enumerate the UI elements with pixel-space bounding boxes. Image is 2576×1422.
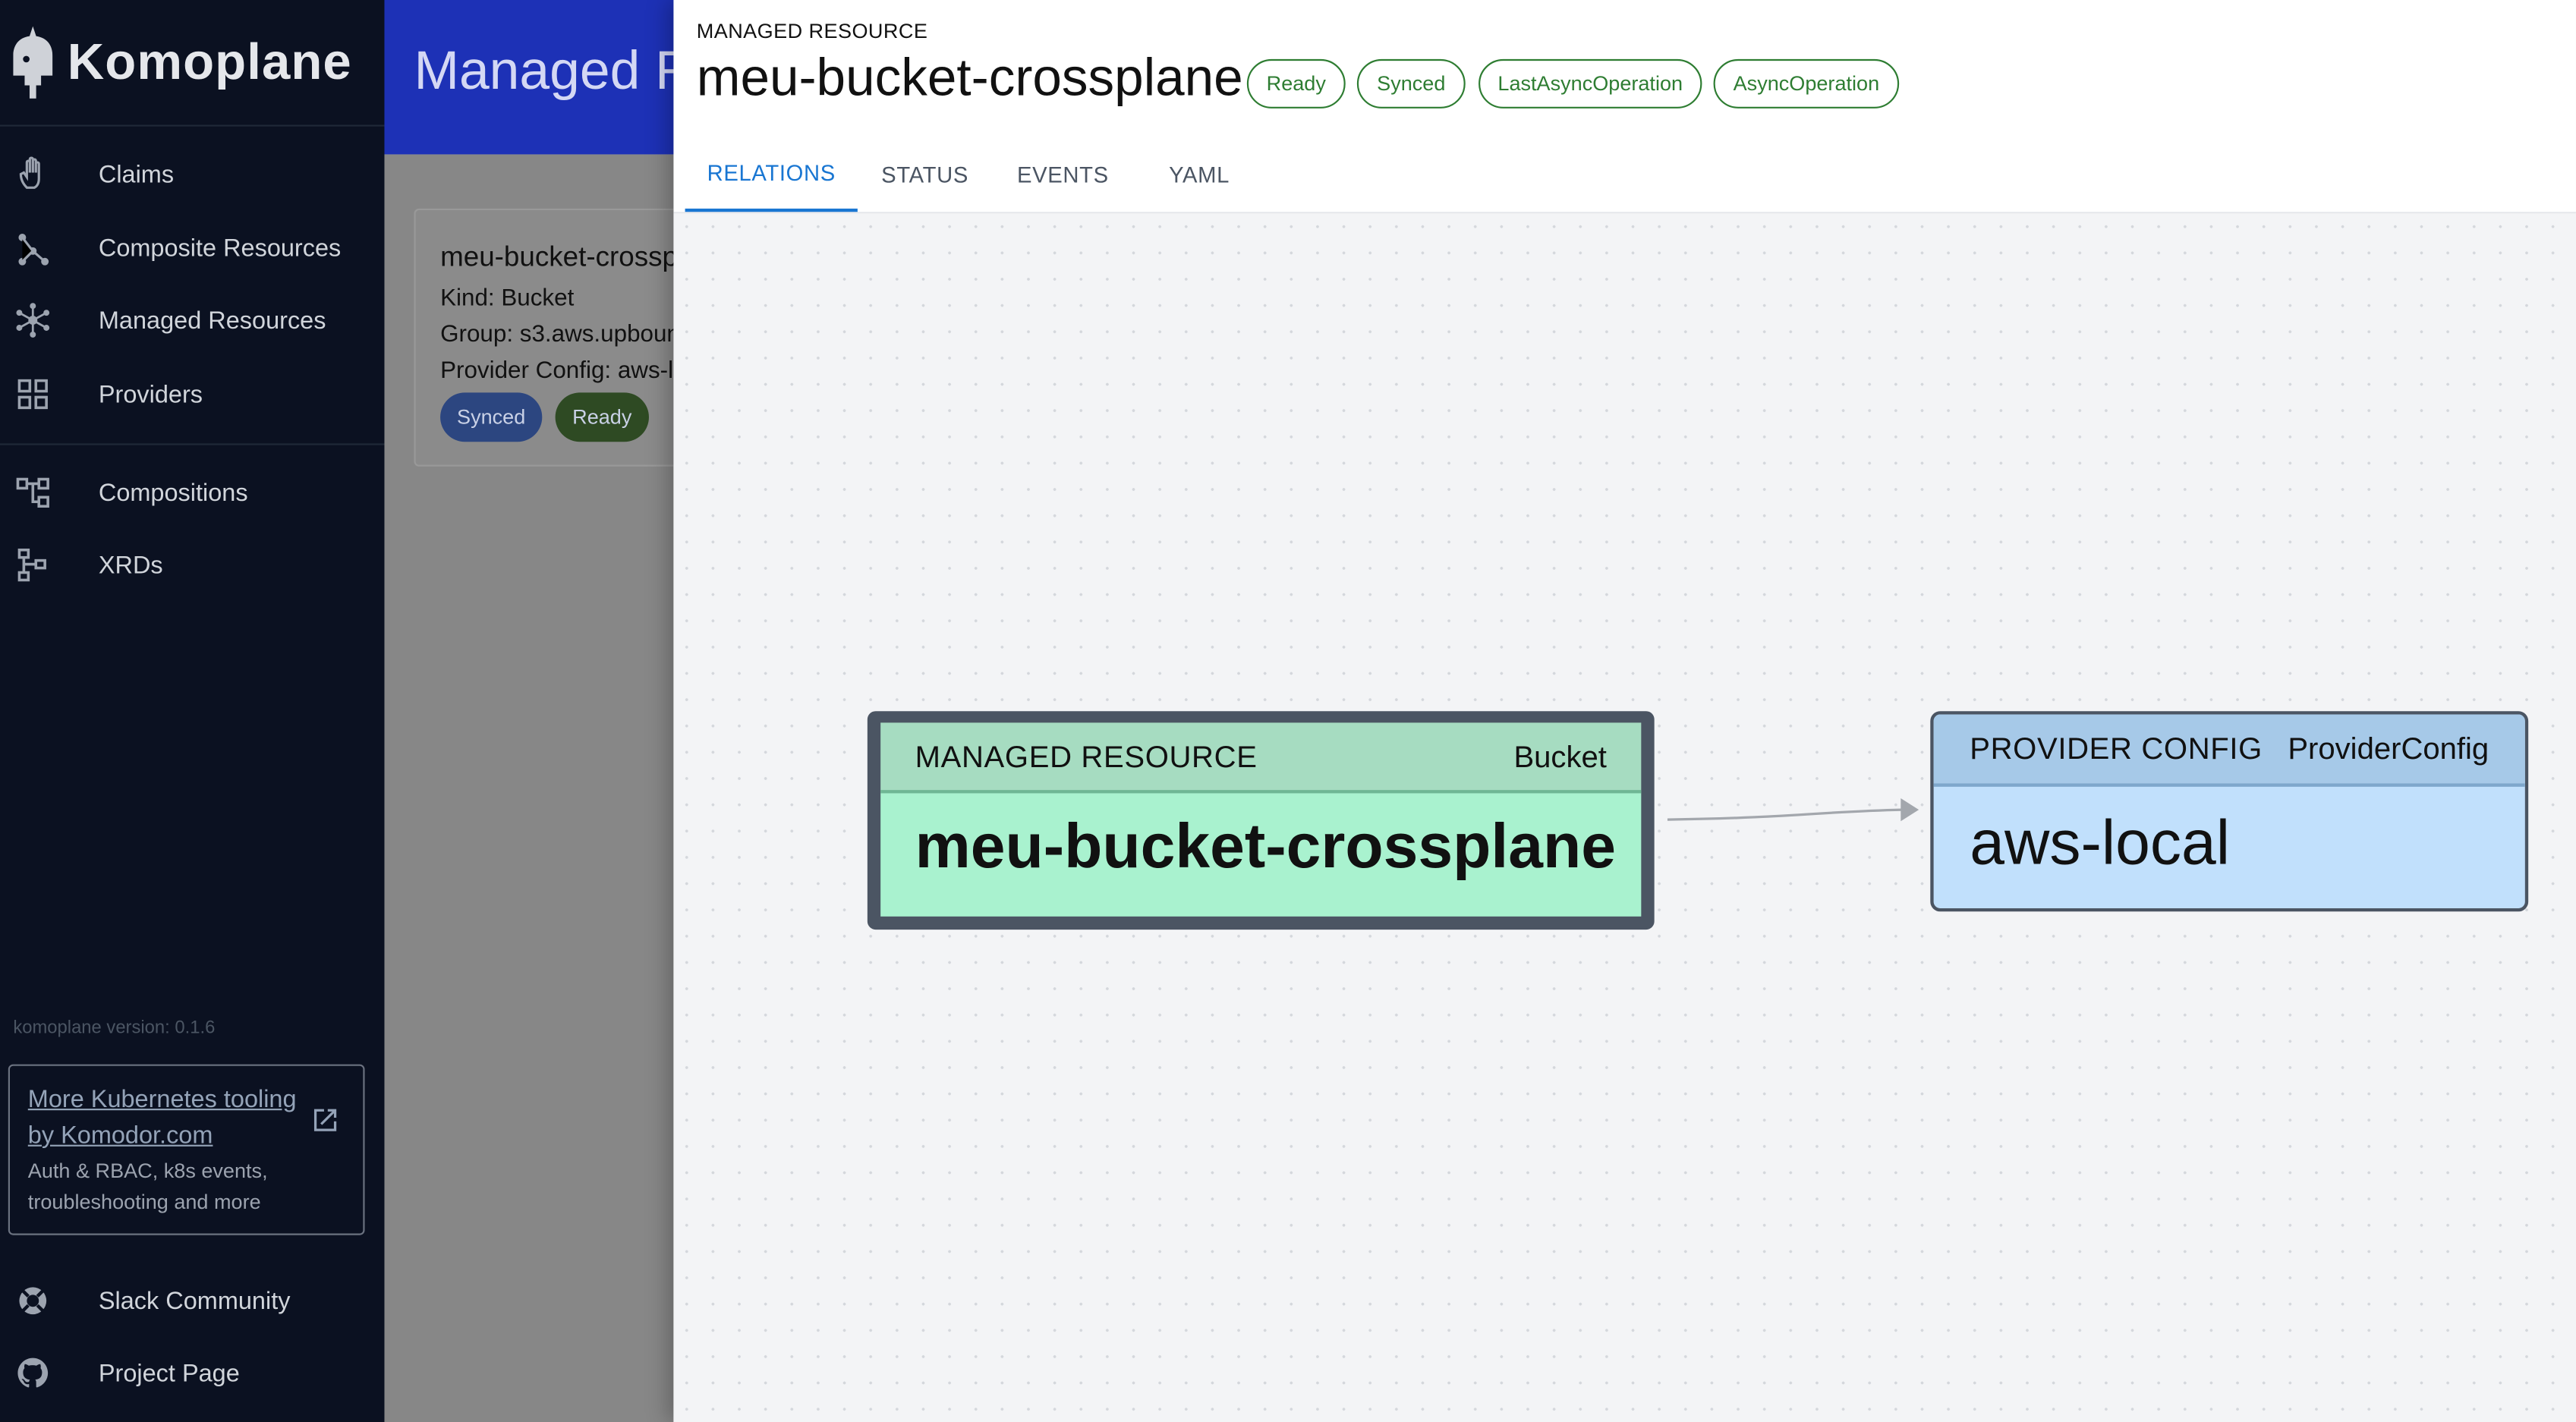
tab-relations[interactable]: RELATIONS — [685, 138, 858, 212]
komodor-promo: More Kubernetes tooling by Komodor.com A… — [8, 1064, 365, 1235]
sidebar: Komoplane Claims Composite Resources Man… — [0, 0, 385, 1422]
resource-detail-drawer: MANAGED RESOURCE meu-bucket-crossplane R… — [673, 0, 2576, 1422]
tree-icon — [16, 477, 49, 508]
synced-badge: Synced — [440, 392, 543, 442]
grid-icon — [17, 379, 48, 410]
page-title: Managed Resources — [414, 39, 673, 101]
node-type: MANAGED RESOURCE — [915, 739, 1258, 774]
node-header: PROVIDER CONFIG ProviderConfig — [1933, 714, 2525, 787]
sidebar-divider — [0, 443, 385, 445]
status-chip-synced[interactable]: Synced — [1356, 58, 1466, 109]
sidebar-item-claims[interactable]: Claims — [0, 141, 384, 207]
app-name: Komoplane — [67, 33, 352, 91]
node-kind: ProviderConfig — [2288, 731, 2489, 766]
edge-arrowhead — [1901, 798, 1919, 822]
provider-config-node[interactable]: PROVIDER CONFIG ProviderConfig aws-local — [1930, 711, 2529, 912]
project-page-link[interactable]: Project Page — [0, 1340, 384, 1406]
tab-yaml[interactable]: YAML — [1150, 138, 1249, 212]
sidebar-item-label: Providers — [98, 380, 203, 408]
node-kind: Bucket — [1513, 739, 1607, 774]
node-name: meu-bucket-crossplane — [915, 813, 1616, 882]
drawer-type-label: MANAGED RESOURCE — [696, 19, 928, 43]
node-name: aws-local — [1970, 810, 2231, 879]
sidebar-item-label: Claims — [98, 160, 175, 188]
status-chip-last-async-operation[interactable]: LastAsyncOperation — [1479, 58, 1702, 109]
komoplane-logo-icon — [13, 26, 53, 99]
page-header: Managed Resources — [384, 0, 674, 155]
sidebar-item-compositions[interactable]: Compositions — [0, 460, 384, 526]
lifebuoy-icon — [19, 1287, 47, 1315]
ready-badge: Ready — [555, 392, 649, 442]
hub-icon — [16, 303, 50, 338]
hierarchy-icon — [17, 548, 46, 582]
resource-card-kind: Kind: Bucket — [440, 285, 575, 313]
status-chip-ready[interactable]: Ready — [1246, 58, 1346, 109]
sidebar-item-xrds[interactable]: XRDs — [0, 532, 384, 598]
node-header: MANAGED RESOURCE Bucket — [880, 722, 1642, 794]
share-nodes-icon — [18, 233, 49, 266]
relations-graph[interactable]: MANAGED RESOURCE Bucket meu-bucket-cross… — [673, 213, 2576, 1422]
hand-icon — [19, 156, 40, 189]
github-icon — [17, 1358, 49, 1388]
sidebar-item-label: Composite Resources — [98, 234, 342, 263]
node-body: meu-bucket-crossplane — [880, 793, 1642, 917]
node-type: PROVIDER CONFIG — [1970, 731, 2263, 766]
komodor-link[interactable]: More Kubernetes tooling by Komodor.com — [28, 1082, 307, 1154]
footer-link-label: Slack Community — [98, 1286, 291, 1315]
logo[interactable]: Komoplane — [0, 0, 385, 127]
drawer-tabs: RELATIONS STATUS EVENTS YAML — [673, 138, 2576, 214]
slack-community-link[interactable]: Slack Community — [0, 1268, 384, 1334]
sidebar-item-label: Managed Resources — [98, 306, 326, 335]
tab-events[interactable]: EVENTS — [1002, 138, 1123, 212]
status-chip-async-operation[interactable]: AsyncOperation — [1713, 58, 1900, 109]
sidebar-item-label: Compositions — [98, 478, 248, 507]
sidebar-item-label: XRDs — [98, 551, 163, 579]
footer-link-label: Project Page — [98, 1359, 240, 1387]
sidebar-item-managed-resources[interactable]: Managed Resources — [0, 288, 384, 354]
promo-description: Auth & RBAC, k8s events, troubleshooting… — [27, 1159, 268, 1214]
managed-resource-node[interactable]: MANAGED RESOURCE Bucket meu-bucket-cross… — [867, 711, 1655, 930]
tab-status[interactable]: STATUS — [868, 138, 983, 212]
drawer-title: meu-bucket-crossplane — [696, 47, 1243, 107]
sidebar-item-composite-resources[interactable]: Composite Resources — [0, 216, 384, 282]
external-link-icon[interactable] — [310, 1106, 340, 1135]
sidebar-item-providers[interactable]: Providers — [0, 361, 384, 427]
version-text: komoplane version: 0.1.6 — [13, 1018, 216, 1038]
